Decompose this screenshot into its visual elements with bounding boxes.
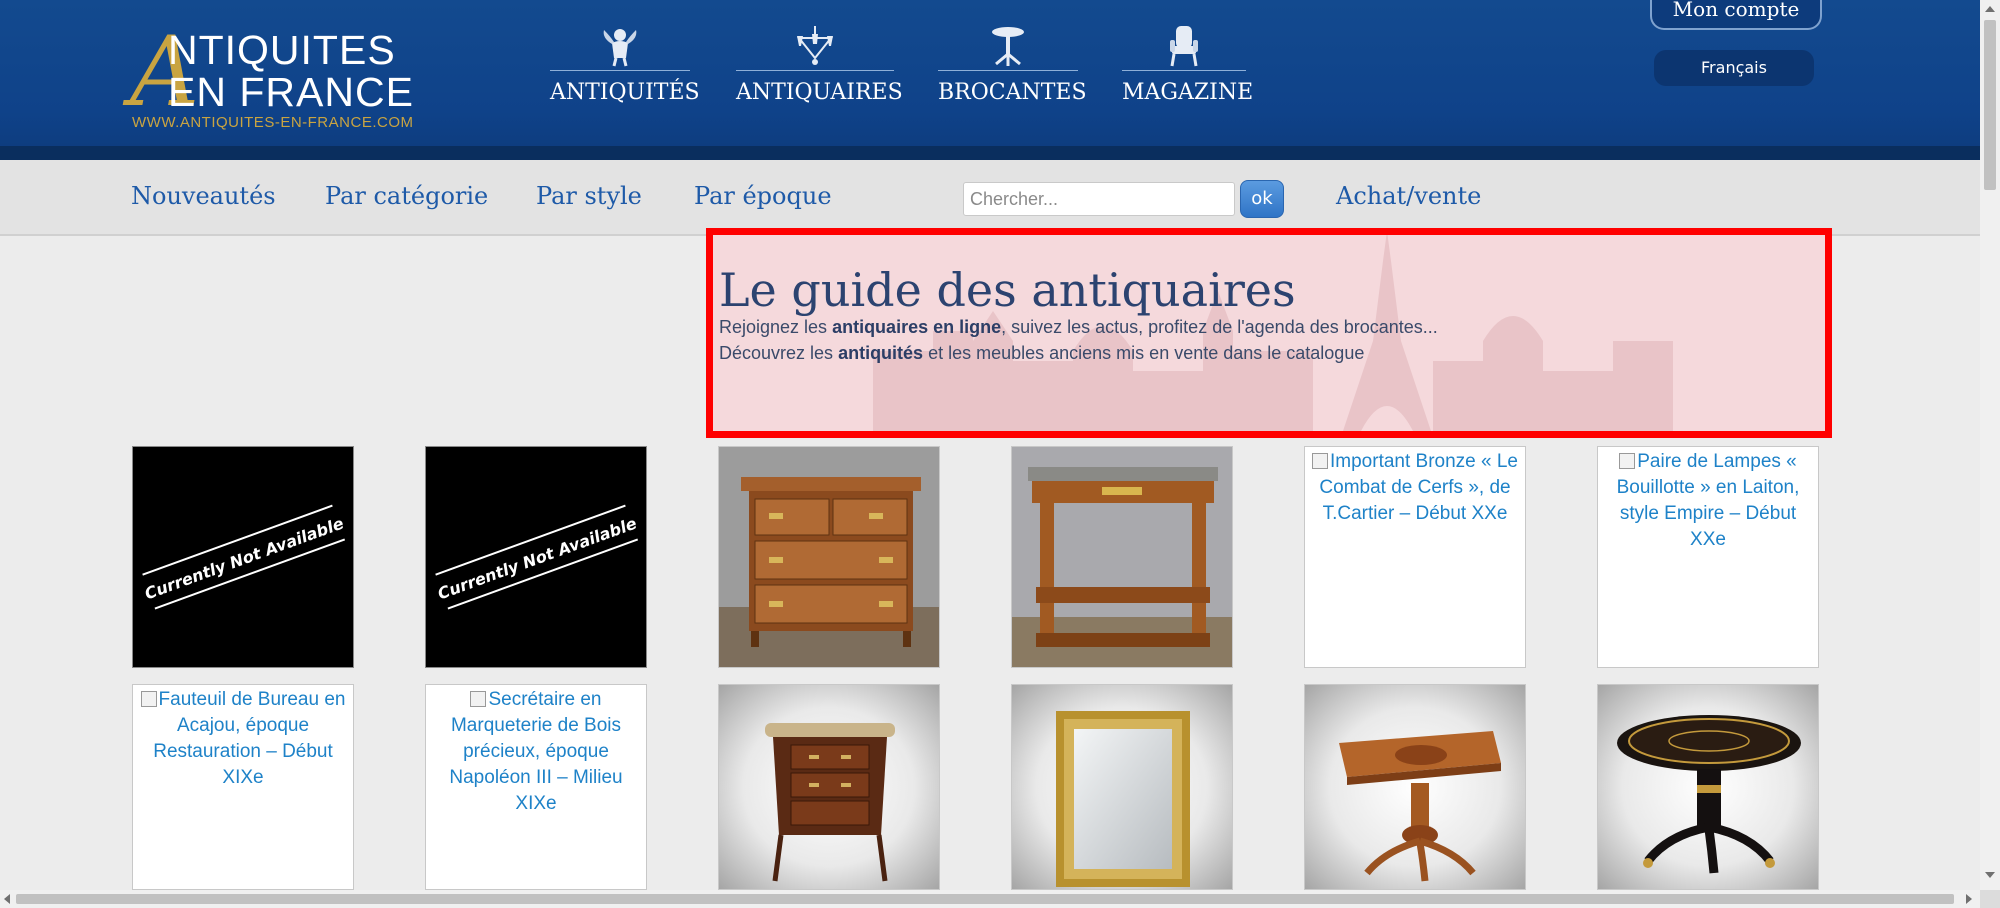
product-tile-lampes-bouillotte[interactable]: Paire de Lampes « Bouillotte » en Laiton… [1597,446,1819,668]
boulle-table-image [1617,715,1801,874]
sub-navigation: Nouveautés Par catégorie Par style Par é… [0,160,1980,236]
nav-divider [550,70,690,71]
search-input[interactable] [963,182,1235,216]
nav-divider [736,70,894,71]
subnav-par-epoque[interactable]: Par époque [694,182,832,210]
vertical-scroll-thumb[interactable] [1984,20,1996,190]
product-alt-text: Fauteuil de Bureau en Acajou, époque Res… [153,689,346,788]
hero-text: , suivez les actus, profitez de l'agenda… [1001,317,1438,337]
main-nav-brocantes[interactable]: BROCANTES [938,20,1087,110]
hero-text-line-1: Rejoignez les antiquaires en ligne, suiv… [719,317,1438,338]
hero-banner: Le guide des antiquaires Rejoignez les a… [706,228,1832,438]
armchair-icon [1170,26,1198,67]
unavailable-placeholder-image: Currently Not Available [142,504,346,610]
search-ok-button[interactable]: ok [1240,180,1284,218]
hero-link-antiquaires-en-ligne[interactable]: antiquaires en ligne [832,317,1001,337]
main-nav-antiquaires[interactable]: ANTIQUAIRES [736,20,903,110]
product-tile-chest-of-drawers[interactable] [718,446,940,668]
product-tile-unavailable[interactable]: Currently Not Available [132,446,354,668]
hero-title: Le guide des antiquaires [719,263,1296,317]
scroll-right-arrow-icon[interactable] [1966,894,1972,904]
hero-text: et les meubles anciens mis en vente dans… [923,343,1365,363]
unavailable-placeholder-image: Currently Not Available [435,504,639,610]
product-alt-text: Paire de Lampes « Bouillotte » en Laiton… [1616,451,1800,550]
horizontal-scrollbar[interactable] [0,890,1980,908]
broken-image-icon [1312,453,1328,469]
demilune-commode-image [765,723,895,882]
logo-line-1: NTIQUITES [168,27,396,73]
site-logo[interactable]: A NTIQUITES EN FRANCE WWW.ANTIQUITES-EN-… [130,22,450,132]
main-nav-label: ANTIQUAIRES [736,80,903,105]
chandelier-icon [796,26,834,65]
product-tile-unavailable[interactable]: Currently Not Available [425,446,647,668]
product-tile-console-table[interactable] [1011,446,1233,668]
gilt-mirror-image [1056,711,1190,887]
vertical-scrollbar[interactable] [1980,0,2000,890]
hero-text: Rejoignez les [719,317,833,337]
game-table-image [1339,731,1501,882]
product-tile-gilt-mirror[interactable] [1011,684,1233,890]
horizontal-scroll-thumb[interactable] [16,894,1954,904]
chest-of-drawers-image [719,447,939,667]
pedestal-table-icon [992,27,1024,66]
product-tile-bronze-cerfs[interactable]: Important Bronze « Le Combat de Cerfs »,… [1304,446,1526,668]
product-tile-demilune-commode[interactable] [718,684,940,890]
header-band [0,146,1980,160]
cherub-icon [603,29,637,67]
product-tile-fauteuil-bureau[interactable]: Fauteuil de Bureau en Acajou, époque Res… [132,684,354,890]
scroll-left-arrow-icon[interactable] [4,894,10,904]
broken-image-alt: Fauteuil de Bureau en Acajou, époque Res… [133,687,353,791]
nav-divider [1122,70,1246,71]
scroll-up-arrow-icon[interactable] [1985,6,1995,12]
main-nav-label: BROCANTES [938,80,1087,105]
unavailable-text: Currently Not Available [435,514,639,604]
broken-image-icon [1619,453,1636,469]
product-alt-text: Secrétaire en Marqueterie de Bois précie… [449,689,623,814]
product-tile-game-table[interactable] [1304,684,1526,890]
nav-divider [938,70,1078,71]
logo-line-2: EN FRANCE [168,69,414,115]
scrollbar-corner [1980,890,2000,908]
product-tile-secretaire[interactable]: Secrétaire en Marqueterie de Bois précie… [425,684,647,890]
broken-image-alt: Secrétaire en Marqueterie de Bois précie… [426,687,646,817]
main-nav-label: MAGAZINE [1122,80,1254,105]
console-table-image [1012,447,1232,667]
subnav-par-categorie[interactable]: Par catégorie [325,182,488,210]
language-selector[interactable]: Français [1654,50,1814,86]
main-nav-magazine[interactable]: MAGAZINE [1122,20,1254,110]
broken-image-alt: Paire de Lampes « Bouillotte » en Laiton… [1598,449,1818,553]
unavailable-text: Currently Not Available [142,514,346,604]
site-header: A NTIQUITES EN FRANCE WWW.ANTIQUITES-EN-… [0,0,1980,160]
product-tile-boulle-table[interactable] [1597,684,1819,890]
logo-url: WWW.ANTIQUITES-EN-FRANCE.COM [132,114,414,131]
broken-image-icon [470,691,487,707]
main-nav-antiquites[interactable]: ANTIQUITÉS [550,20,700,110]
broken-image-icon [140,691,157,707]
account-button[interactable]: Mon compte [1650,0,1822,30]
main-nav-label: ANTIQUITÉS [550,80,700,105]
hero-link-antiquites[interactable]: antiquités [838,343,923,363]
subnav-nouveautes[interactable]: Nouveautés [131,182,276,210]
subnav-par-style[interactable]: Par style [536,182,642,210]
subnav-achat-vente[interactable]: Achat/vente [1336,182,1481,210]
broken-image-alt: Important Bronze « Le Combat de Cerfs »,… [1305,449,1525,527]
product-alt-text: Important Bronze « Le Combat de Cerfs »,… [1319,451,1518,524]
hero-text: Découvrez les [719,343,839,363]
scroll-down-arrow-icon[interactable] [1985,872,1995,878]
hero-text-line-2: Découvrez les antiquités et les meubles … [719,343,1364,364]
